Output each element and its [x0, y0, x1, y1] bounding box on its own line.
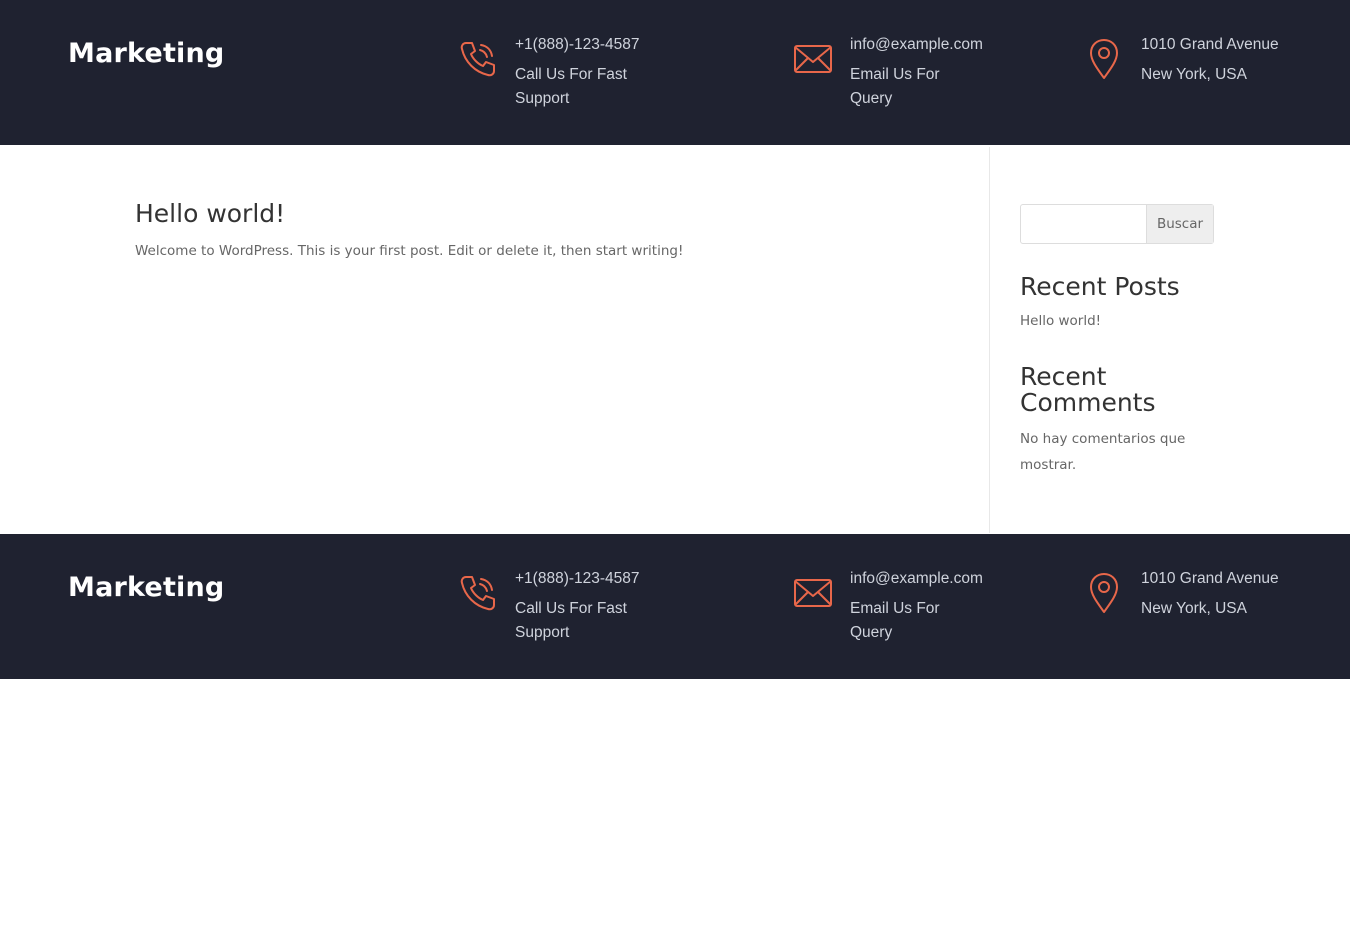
footer-email-caption-line1: Email Us For	[850, 600, 940, 617]
phone-icon	[457, 572, 499, 614]
phone-caption: Call Us For Fast Support	[515, 63, 627, 111]
email-caption-line2: Query	[850, 90, 893, 107]
email-caption-line1: Email Us For	[850, 66, 940, 83]
footer-logo[interactable]: Marketing	[68, 572, 224, 603]
address-street: 1010 Grand Avenue	[1141, 36, 1279, 53]
post-excerpt: Welcome to WordPress. This is your first…	[135, 243, 684, 259]
address-city: New York, USA	[1141, 66, 1247, 83]
recent-posts-title: Recent Posts	[1020, 272, 1180, 301]
footer-email-caption-line2: Query	[850, 624, 893, 641]
email-caption: Email Us For Query	[850, 63, 940, 111]
recent-comments-title: Recent Comments	[1020, 362, 1156, 417]
recent-post-link[interactable]: Hello world!	[1020, 313, 1101, 329]
footer-phone-caption: Call Us For Fast Support	[515, 597, 627, 645]
footer-email-caption: Email Us For Query	[850, 597, 940, 645]
footer-phone-number[interactable]: +1(888)-123-4587	[515, 570, 640, 588]
mail-icon	[792, 572, 834, 614]
post-title[interactable]: Hello world!	[135, 199, 285, 228]
email-address[interactable]: info@example.com	[850, 36, 983, 54]
search-button[interactable]: Buscar	[1146, 205, 1213, 243]
location-pin-icon	[1084, 572, 1126, 614]
phone-caption-line2: Support	[515, 90, 570, 107]
footer-address-city: New York, USA	[1141, 600, 1247, 617]
phone-caption-line1: Call Us For Fast	[515, 66, 627, 83]
recent-comments-empty: No hay comentarios que mostrar.	[1020, 431, 1186, 473]
phone-number[interactable]: +1(888)-123-4587	[515, 36, 640, 54]
location-pin-icon	[1084, 38, 1126, 80]
footer-email-address[interactable]: info@example.com	[850, 570, 983, 588]
search-form: Buscar	[1020, 204, 1214, 245]
footer-phone-caption-line2: Support	[515, 624, 570, 641]
footer-address-street: 1010 Grand Avenue	[1141, 570, 1279, 587]
site-logo[interactable]: Marketing	[68, 38, 224, 69]
footer-phone-caption-line1: Call Us For Fast	[515, 600, 627, 617]
phone-icon	[457, 38, 499, 80]
footer-bar: Marketing +1(888)-123-4587 Call Us For F…	[0, 534, 1350, 679]
mail-icon	[792, 38, 834, 80]
sidebar-divider	[989, 147, 990, 533]
search-input[interactable]	[1021, 205, 1151, 245]
header-bar: Marketing +1(888)-123-4587 Call Us For F…	[0, 0, 1350, 145]
